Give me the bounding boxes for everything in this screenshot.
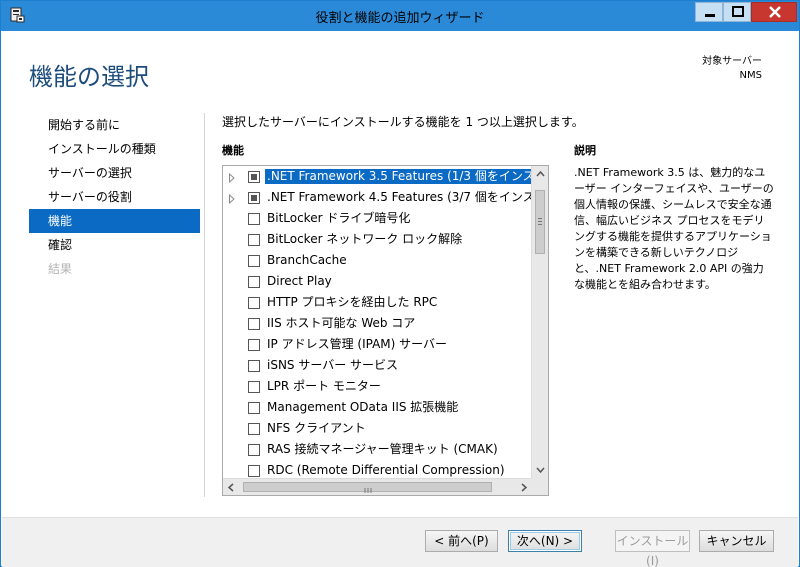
feature-checkbox[interactable] (248, 213, 260, 225)
window-title: 役割と機能の追加ウィザード (315, 11, 485, 26)
target-server-info: 対象サーバー NMS (702, 55, 762, 83)
horizontal-scrollbar[interactable] (223, 478, 532, 495)
nav-divider (204, 113, 205, 497)
feature-row[interactable]: IIS ホスト可能な Web コア (223, 313, 532, 334)
feature-checkbox[interactable] (248, 171, 260, 183)
features-list[interactable]: .NET Framework 3.5 Features (1/3 個をインストー… (222, 165, 549, 496)
feature-checkbox[interactable] (248, 423, 260, 435)
horizontal-scroll-thumb[interactable] (243, 482, 492, 493)
feature-label: LPR ポート モニター (267, 379, 381, 393)
feature-row[interactable]: RAS 接続マネージャー管理キット (CMAK) (223, 439, 532, 460)
feature-description: .NET Framework 3.5 は、魅力的なユーザー インターフェイスや、… (574, 166, 774, 291)
feature-row[interactable]: HTTP プロキシを経由した RPC (223, 292, 532, 313)
scroll-left-button[interactable] (223, 479, 240, 495)
next-button[interactable]: 次へ(N) > (508, 530, 582, 552)
feature-row[interactable]: LPR ポート モニター (223, 376, 532, 397)
feature-label: IIS ホスト可能な Web コア (267, 316, 416, 330)
feature-label: BitLocker ネットワーク ロック解除 (267, 232, 463, 246)
feature-row[interactable]: BranchCache (223, 250, 532, 271)
feature-label: RDC (Remote Differential Compression) (267, 463, 505, 477)
feature-label: BranchCache (267, 253, 347, 267)
feature-label: .NET Framework 4.5 Features (3/7 個をインストー… (267, 190, 532, 204)
wizard-window: 役割と機能の追加ウィザード 機能の選択 対象サーバー NMS 開始する前に イン… (0, 0, 800, 567)
close-icon (769, 6, 781, 18)
chevron-right-icon (521, 483, 528, 492)
maximize-icon (732, 6, 744, 17)
feature-checkbox[interactable] (248, 297, 260, 309)
feature-row[interactable]: BitLocker ドライブ暗号化 (223, 208, 532, 229)
nav-item-results: 結果 (48, 262, 73, 276)
page-title: 機能の選択 (29, 63, 149, 91)
cancel-button[interactable]: キャンセル (699, 530, 774, 552)
feature-checkbox[interactable] (248, 255, 260, 267)
chevron-up-icon (536, 170, 545, 177)
feature-row[interactable]: iSNS サーバー サービス (223, 355, 532, 376)
previous-button[interactable]: < 前へ(P) (425, 530, 498, 552)
feature-label: RAS 接続マネージャー管理キット (CMAK) (267, 442, 498, 456)
feature-row[interactable]: NFS クライアント (223, 418, 532, 439)
install-button: インストール(I) (615, 530, 690, 567)
nav-item-confirmation[interactable]: 確認 (29, 233, 200, 257)
feature-checkbox[interactable] (248, 360, 260, 372)
instruction-text: 選択したサーバーにインストールする機能を 1 つ以上選択します。 (222, 115, 584, 129)
feature-label: NFS クライアント (267, 421, 366, 435)
feature-label: HTTP プロキシを経由した RPC (267, 295, 438, 309)
features-header: 機能 (222, 144, 244, 157)
nav-item-server-selection[interactable]: サーバーの選択 (29, 161, 200, 185)
nav-item-installation-type[interactable]: インストールの種類 (29, 137, 200, 161)
feature-checkbox[interactable] (248, 339, 260, 351)
chevron-down-icon (536, 467, 545, 474)
feature-row[interactable]: Direct Play (223, 271, 532, 292)
scroll-right-button[interactable] (515, 479, 532, 495)
close-button[interactable] (751, 2, 797, 22)
wizard-content: 機能の選択 対象サーバー NMS 開始する前に インストールの種類 サーバーの選… (2, 31, 798, 567)
expand-arrow-icon[interactable] (228, 172, 236, 184)
feature-row[interactable]: IP アドレス管理 (IPAM) サーバー (223, 334, 532, 355)
chevron-left-icon (227, 483, 234, 492)
vertical-scroll-thumb[interactable] (535, 190, 545, 254)
feature-label: BitLocker ドライブ暗号化 (267, 211, 411, 225)
feature-checkbox[interactable] (248, 276, 260, 288)
feature-checkbox[interactable] (248, 381, 260, 393)
feature-label: Direct Play (267, 274, 332, 288)
feature-checkbox[interactable] (248, 402, 260, 414)
button-bar: < 前へ(P) 次へ(N) > インストール(I) キャンセル (2, 517, 798, 567)
feature-checkbox[interactable] (248, 192, 260, 204)
target-server-name: NMS (739, 70, 762, 81)
maximize-button[interactable] (723, 2, 751, 22)
target-server-label: 対象サーバー (702, 56, 762, 67)
minimize-button[interactable] (695, 2, 723, 22)
feature-checkbox[interactable] (248, 465, 260, 477)
feature-row[interactable]: .NET Framework 4.5 Features (3/7 個をインストー… (223, 187, 532, 208)
scroll-corner (531, 478, 548, 495)
nav-item-server-roles[interactable]: サーバーの役割 (29, 185, 200, 209)
feature-row[interactable]: RDC (Remote Differential Compression) (223, 460, 532, 478)
description-header: 説明 (574, 144, 596, 157)
scroll-down-button[interactable] (532, 461, 548, 478)
expand-arrow-icon[interactable] (228, 193, 236, 205)
nav-item-before-you-begin[interactable]: 開始する前に (29, 113, 200, 137)
feature-label: iSNS サーバー サービス (267, 358, 399, 372)
nav-item-features[interactable]: 機能 (29, 209, 200, 233)
feature-label: IP アドレス管理 (IPAM) サーバー (267, 337, 448, 351)
feature-checkbox[interactable] (248, 444, 260, 456)
minimize-icon (705, 14, 715, 17)
feature-row[interactable]: .NET Framework 3.5 Features (1/3 個をインストー… (223, 166, 532, 187)
title-bar[interactable]: 役割と機能の追加ウィザード (1, 1, 799, 31)
scroll-up-button[interactable] (532, 166, 548, 183)
wizard-step-nav: 開始する前に インストールの種類 サーバーの選択 サーバーの役割 機能 確認 結… (29, 113, 200, 281)
vertical-scrollbar[interactable] (531, 166, 548, 478)
features-list-items: .NET Framework 3.5 Features (1/3 個をインストー… (223, 166, 532, 478)
feature-row[interactable]: BitLocker ネットワーク ロック解除 (223, 229, 532, 250)
feature-row[interactable]: Management OData IIS 拡張機能 (223, 397, 532, 418)
feature-label: .NET Framework 3.5 Features (1/3 個をインストー… (265, 169, 532, 184)
feature-checkbox[interactable] (248, 318, 260, 330)
feature-checkbox[interactable] (248, 234, 260, 246)
feature-label: Management OData IIS 拡張機能 (267, 400, 459, 414)
